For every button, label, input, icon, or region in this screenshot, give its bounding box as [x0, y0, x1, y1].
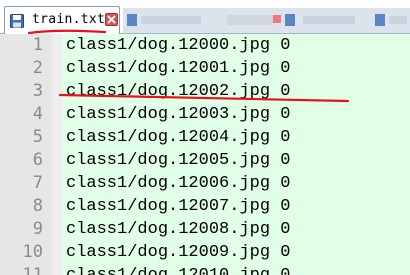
line-number: 1 [32, 35, 43, 55]
line-number: 2 [32, 58, 43, 78]
tab-train-txt[interactable]: train.txt [4, 6, 120, 35]
tab-label: train.txt [32, 12, 106, 27]
line-number: 10 [22, 242, 43, 262]
text-line[interactable]: class1/dog.12000.jpg 0 [66, 34, 290, 57]
line-number: 8 [32, 196, 43, 216]
text-line[interactable]: class1/dog.12003.jpg 0 [66, 103, 290, 126]
line-number: 9 [32, 219, 43, 239]
text-line[interactable]: class1/dog.12005.jpg 0 [66, 149, 290, 172]
close-icon[interactable] [105, 13, 118, 26]
line-number: 4 [32, 104, 43, 124]
tab-bar: train.txt [0, 0, 410, 35]
save-icon [10, 13, 24, 28]
text-line[interactable]: class1/dog.12008.jpg 0 [66, 218, 290, 241]
line-number: 5 [32, 127, 43, 147]
line-number: 6 [32, 150, 43, 170]
line-number: 7 [32, 173, 43, 193]
text-line[interactable]: class1/dog.12010.jpg 0 [66, 264, 290, 275]
line-number: 3 [32, 81, 43, 101]
inactive-tabs-blurred [123, 8, 410, 33]
text-line[interactable]: class1/dog.12007.jpg 0 [66, 195, 290, 218]
fold-margin [52, 34, 62, 275]
text-line[interactable]: class1/dog.12006.jpg 0 [66, 172, 290, 195]
line-number: 11 [22, 265, 43, 275]
text-line[interactable]: class1/dog.12002.jpg 0 [66, 80, 290, 103]
text-line[interactable]: class1/dog.12001.jpg 0 [66, 57, 290, 80]
text-line[interactable]: class1/dog.12004.jpg 0 [66, 126, 290, 149]
text-line[interactable]: class1/dog.12009.jpg 0 [66, 241, 290, 264]
editor[interactable]: 1 class1/dog.12000.jpg 0 2 class1/dog.12… [0, 34, 410, 275]
